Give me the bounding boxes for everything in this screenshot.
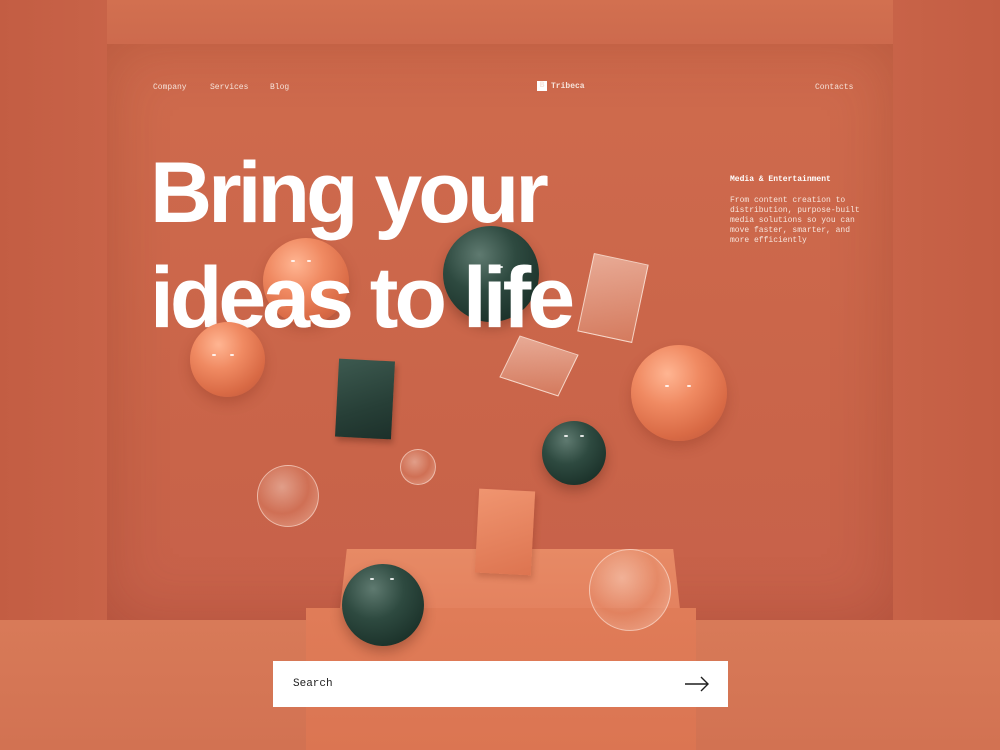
glass-sphere	[589, 549, 671, 631]
orange-sphere	[631, 345, 727, 441]
nav-link-blog[interactable]: Blog	[270, 83, 289, 92]
search-submit-button[interactable]	[684, 674, 710, 694]
top-nav: Company Services Blog B Tribeca Contacts	[0, 0, 1000, 100]
search-input[interactable]	[293, 678, 684, 690]
brand-logo[interactable]: B Tribeca	[537, 81, 585, 91]
green-sphere	[542, 421, 606, 485]
logo-name: Tribeca	[551, 81, 585, 91]
glass-sphere	[400, 449, 436, 485]
side-info-title: Media & Entertainment	[730, 175, 831, 184]
nav-link-company[interactable]: Company	[153, 83, 187, 92]
orange-card	[474, 488, 536, 576]
search-bar	[273, 661, 728, 707]
nav-link-contacts[interactable]: Contacts	[815, 83, 853, 92]
hero-headline-line-1: Bring your	[150, 145, 549, 241]
orange-sphere	[190, 322, 265, 397]
side-info-body: From content creation to distribution, p…	[730, 196, 860, 245]
green-card	[334, 358, 396, 440]
green-sphere	[342, 564, 424, 646]
logo-mark-icon: B	[537, 81, 547, 91]
glass-sphere	[257, 465, 319, 527]
arrow-right-icon	[685, 676, 709, 692]
side-info: Media & Entertainment From content creat…	[730, 175, 865, 246]
nav-link-services[interactable]: Services	[210, 83, 248, 92]
